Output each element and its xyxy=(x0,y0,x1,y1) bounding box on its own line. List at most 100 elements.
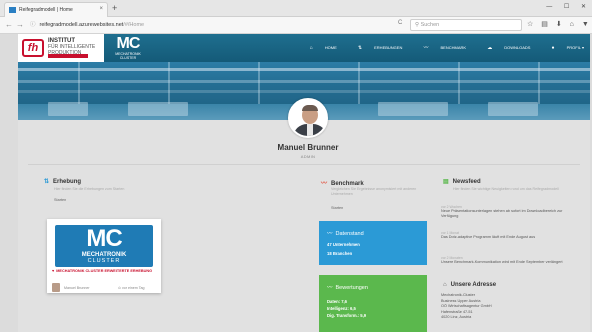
main-menu: ⌂ HOME ⇅ ERHEBUNGEN 〰 BENCHMARK ☁ DOWNLOADS … xyxy=(290,44,584,51)
mc-header-logo[interactable]: MC MECHATRONIK CLUSTER xyxy=(110,35,146,61)
news-text: Das Dotz-adaptive Programm läuft mit End… xyxy=(441,235,536,239)
menu-home-label: HOME xyxy=(324,45,337,50)
site-header: fh INSTITUT FÜR INTELLIGENTE PRODUKTION … xyxy=(18,34,590,62)
reader-icon[interactable]: ▤ xyxy=(541,21,548,28)
benchmark-heading: 〰 Benchmark xyxy=(321,178,364,187)
erhebung-title: Erhebung xyxy=(53,179,82,185)
new-tab-button[interactable]: + xyxy=(112,3,117,13)
survey-footer: Manuel Brunner ⊙ vor einem Tag xyxy=(52,283,160,293)
survey-badge: ♥ MECHATRONIK CLUSTER ERWEITERTE ERHEBUNG xyxy=(52,269,152,273)
erhebung-heading: ⇅ Erhebung xyxy=(44,178,81,185)
browser-navbar: ← → ⓘ reifegradmodell.azurewebsites.net/#… xyxy=(0,17,592,34)
erhebung-start-link[interactable]: Starten xyxy=(54,198,66,202)
heart-icon: ♥ xyxy=(52,269,55,273)
survey-author: Manuel Brunner xyxy=(64,286,90,290)
benchmark-desc: Vergleichen Sie Ergebnisse anonymisiert … xyxy=(331,187,417,196)
profile-role: ADMIN xyxy=(300,154,316,159)
home-icon[interactable]: ⌂ xyxy=(570,21,574,28)
bewertungen-card[interactable]: 〰 Bewertungen Daten: 7,6 Intelligenz: 6,5… xyxy=(319,275,427,332)
address-line: OÖ Wirtschaftsagentur GmbH xyxy=(441,304,492,308)
menu-erhebungen-label: ERHEBUNGEN xyxy=(374,45,403,50)
profile-name: Manuel Brunner xyxy=(277,143,339,152)
url-bar[interactable]: ⓘ reifegradmodell.azurewebsites.net/#/Hom… xyxy=(30,20,418,31)
app-frame: { "browser": { "tab_title": "Reifegradmo… xyxy=(0,0,592,332)
user-icon: ● xyxy=(551,45,555,51)
forward-icon[interactable]: → xyxy=(16,20,24,29)
info-icon: ⓘ xyxy=(30,22,36,28)
erhebung-desc: Hier finden Sie die Erhebungen zum Start… xyxy=(54,187,125,191)
pocket-icon[interactable]: ▼ xyxy=(582,21,589,28)
cloud-icon: ☁ xyxy=(487,45,493,51)
mc-card-line2: CLUSTER xyxy=(87,258,121,264)
browser-tab[interactable]: Reifegradmodell | Home × xyxy=(4,2,108,17)
avatar-hair xyxy=(302,105,318,111)
bewertungen-intelligenz: Intelligenz: 6,5 xyxy=(327,306,356,311)
chart-line-icon: 〰 xyxy=(327,285,333,291)
menu-erhebungen[interactable]: ⇅ ERHEBUNGEN xyxy=(348,45,403,51)
fh-logo-bar xyxy=(48,54,88,58)
menu-benchmark[interactable]: 〰 BENCHMARK xyxy=(413,45,467,51)
banner-beam xyxy=(18,90,590,93)
news-item[interactable]: vor 1 Monat Das Dotz-adaptive Programm l… xyxy=(441,231,571,240)
bewertungen-digital: Dig. Transform.: 5,9 xyxy=(327,313,367,318)
tab-title: Reifegradmodell | Home xyxy=(19,7,73,13)
menu-home[interactable]: ⌂ HOME xyxy=(300,45,337,51)
search-placeholder: Suchen xyxy=(420,22,440,28)
news-item[interactable]: vor 2 Monaten Unsere Benchmark-Kommunika… xyxy=(441,256,571,265)
benchmark-start-link[interactable]: Starten xyxy=(331,206,343,210)
back-icon[interactable]: ← xyxy=(5,20,13,29)
author-avatar xyxy=(52,283,60,292)
survey-card[interactable]: MC MECHATRONIK CLUSTER xyxy=(47,219,161,293)
bewertungen-title: Bewertungen xyxy=(335,285,368,291)
survey-date: ⊙ vor einem Tag xyxy=(118,286,145,290)
minimize-icon[interactable]: — xyxy=(546,4,552,10)
url-path: /#/Home xyxy=(123,22,145,28)
banner-beam xyxy=(18,68,590,71)
newspaper-icon: ▤ xyxy=(443,179,449,185)
banner-machine xyxy=(128,102,188,116)
home-icon: ⌂ xyxy=(443,282,447,288)
mc-card-letters: MC xyxy=(86,225,122,252)
banner-machine xyxy=(378,102,448,116)
fh-logo[interactable]: fh INSTITUT FÜR INTELLIGENTE PRODUKTION xyxy=(18,34,104,62)
bookmark-star-icon[interactable]: ☆ xyxy=(527,21,533,28)
address-title: Unsere Adresse xyxy=(450,282,497,288)
menu-downloads[interactable]: ☁ DOWNLOADS xyxy=(477,45,530,51)
avatar-shirt xyxy=(307,124,313,136)
banner-machine xyxy=(488,102,538,116)
browser-toolbar: ☆ ▤ ⬇ ⌂ ▼ xyxy=(527,20,592,28)
reload-icon[interactable]: C xyxy=(398,20,402,26)
banner-machine xyxy=(48,102,88,116)
menu-benchmark-label: BENCHMARK xyxy=(440,45,467,50)
chart-line-icon: 〰 xyxy=(321,181,328,187)
survey-badge-text: MECHATRONIK CLUSTER ERWEITERTE ERHEBUNG xyxy=(56,269,153,273)
address-block: Mechatronik-Cluster Business Upper Austr… xyxy=(441,293,492,321)
news-item[interactable]: vor 2 Wochen Neue Präsentationsunterlage… xyxy=(441,205,571,219)
favicon-icon xyxy=(9,7,16,13)
menu-profil[interactable]: ● PROFIL ▾ xyxy=(542,45,584,51)
mc-logo-sub2: CLUSTER xyxy=(119,56,137,60)
window-controls: — ☐ ✕ xyxy=(536,3,586,10)
search-input[interactable]: ⚲ Suchen xyxy=(410,19,522,31)
maximize-icon[interactable]: ☐ xyxy=(564,4,569,10)
newsfeed-heading: ▤ Newsfeed xyxy=(443,178,481,185)
datenstand-heading: 〰 Datenstand xyxy=(327,229,364,237)
datenstand-card[interactable]: 〰 Datenstand 47 Unternehmen 18 Branchen xyxy=(319,221,427,265)
sort-icon: ⇅ xyxy=(357,45,363,51)
mc-logo-letters: MC xyxy=(116,35,141,52)
bewertungen-heading: 〰 Bewertungen xyxy=(327,283,368,291)
banner-beam xyxy=(18,80,590,83)
bewertungen-daten: Daten: 7,6 xyxy=(327,299,348,304)
tab-close-icon[interactable]: × xyxy=(99,6,103,12)
newsfeed-title: Newsfeed xyxy=(452,179,481,185)
home-icon: ⌂ xyxy=(309,45,313,51)
datenstand-title: Datenstand xyxy=(335,231,364,237)
download-icon[interactable]: ⬇ xyxy=(556,21,562,28)
address-line: 4020 Linz, Austria xyxy=(441,315,472,319)
avatar[interactable] xyxy=(288,98,328,138)
address-heading: ⌂ Unsere Adresse xyxy=(443,282,496,288)
close-window-icon[interactable]: ✕ xyxy=(581,4,586,10)
mc-card-logo: MC MECHATRONIK CLUSTER xyxy=(55,225,153,267)
sort-icon: ⇅ xyxy=(44,179,50,185)
menu-profil-label: PROFIL ▾ xyxy=(566,45,584,50)
